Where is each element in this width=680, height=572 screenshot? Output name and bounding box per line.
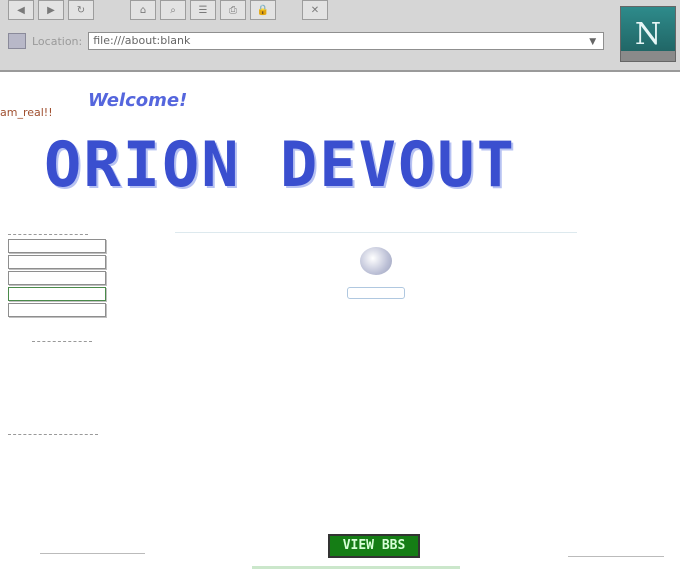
url-text: file:///about:blank bbox=[93, 34, 191, 47]
sidebar-nav-button-2[interactable] bbox=[8, 255, 106, 269]
sidebar-nav-button-1[interactable] bbox=[8, 239, 106, 253]
home-button[interactable]: ⌂ bbox=[130, 0, 156, 20]
print-button[interactable]: ⎙ bbox=[220, 0, 246, 20]
location-bar: Location: file:///about:blank ▼ bbox=[8, 32, 605, 50]
logo-letter: N bbox=[634, 16, 662, 52]
welcome-heading: Welcome! bbox=[88, 90, 188, 111]
forward-button[interactable]: ▶ bbox=[38, 0, 64, 20]
divider bbox=[175, 232, 577, 233]
bottom-rule bbox=[252, 566, 460, 569]
footer-left-line bbox=[40, 553, 145, 554]
chevron-down-icon[interactable]: ▼ bbox=[589, 34, 601, 48]
search-button[interactable]: ⌕ bbox=[160, 0, 186, 20]
page-content: Welcome! am_real!! ORION DEVOUT VIEW BBS bbox=[0, 72, 680, 572]
orb-graphic bbox=[360, 247, 392, 275]
site-title: ORION DEVOUT bbox=[44, 128, 516, 201]
stop-button[interactable]: ✕ bbox=[302, 0, 328, 20]
secondary-toolbar: ⌂ ⌕ ☰ ⎙ 🔒 bbox=[130, 0, 276, 22]
footer-left bbox=[40, 534, 150, 558]
footer-right-line bbox=[568, 556, 664, 557]
view-bbs-button[interactable]: VIEW BBS bbox=[328, 534, 420, 558]
location-label: Location: bbox=[32, 34, 83, 48]
sidebar-sketch-graphic-2 bbox=[8, 410, 98, 435]
url-input[interactable]: file:///about:blank ▼ bbox=[88, 32, 605, 50]
small-button[interactable] bbox=[347, 287, 405, 299]
sidebar-doodle-graphic bbox=[32, 321, 92, 342]
sidebar-nav bbox=[8, 210, 128, 439]
navigation-toolbar: ◀ ▶ ↻ bbox=[8, 0, 94, 22]
security-button[interactable]: 🔒 bbox=[250, 0, 276, 20]
sidebar-sketch-graphic bbox=[8, 346, 108, 406]
guide-button[interactable]: ☰ bbox=[190, 0, 216, 20]
sidebar-nav-button-5[interactable] bbox=[8, 303, 106, 317]
bookmark-icon[interactable] bbox=[8, 33, 26, 49]
sidebar-scribble-graphic bbox=[8, 214, 88, 235]
netscape-logo: N bbox=[620, 6, 676, 62]
browser-chrome: ◀ ▶ ↻ ⌂ ⌕ ☰ ⎙ 🔒 ✕ Location: file:///abou… bbox=[0, 0, 680, 72]
tag-text: am_real!! bbox=[0, 106, 53, 119]
sidebar-nav-button-4[interactable] bbox=[8, 287, 106, 301]
sidebar-nav-button-3[interactable] bbox=[8, 271, 106, 285]
back-button[interactable]: ◀ bbox=[8, 0, 34, 20]
main-panel bbox=[175, 232, 577, 309]
stop-toolbar: ✕ bbox=[302, 0, 328, 22]
reload-button[interactable]: ↻ bbox=[68, 0, 94, 20]
